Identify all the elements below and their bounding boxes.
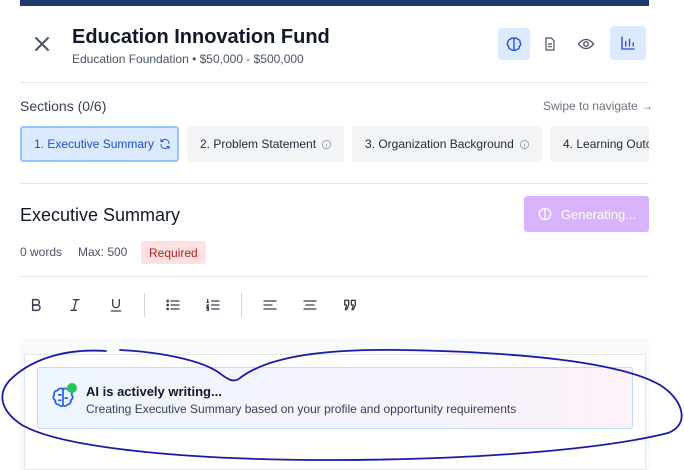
- eye-icon: [577, 38, 595, 50]
- page-title: Education Innovation Fund: [72, 26, 330, 48]
- header-divider: [20, 82, 649, 83]
- generate-button-label: Generating...: [560, 206, 637, 222]
- required-badge: Required: [141, 241, 206, 264]
- toolbar-separator: [144, 293, 145, 317]
- brain-icon: [538, 208, 552, 221]
- document-button[interactable]: [534, 28, 566, 60]
- preview-button[interactable]: [570, 28, 602, 60]
- brain-icon: [506, 37, 522, 51]
- bar-chart-icon: [621, 36, 635, 50]
- bullet-list-button[interactable]: [161, 293, 185, 317]
- tabs-divider: [20, 183, 649, 184]
- numbered-list-icon: [205, 299, 220, 311]
- bold-button[interactable]: [24, 293, 48, 317]
- refresh-icon: [160, 138, 170, 150]
- underline-button[interactable]: [104, 293, 128, 317]
- tab-learning-outcomes[interactable]: 4. Learning Outcomes: [550, 126, 649, 162]
- ai-assistant-button[interactable]: [498, 28, 530, 60]
- ai-status-description: Creating Executive Summary based on your…: [86, 402, 517, 416]
- underline-icon: [110, 299, 122, 312]
- section-title: Executive Summary: [20, 205, 181, 225]
- close-button[interactable]: [30, 32, 54, 56]
- info-icon: [519, 139, 529, 149]
- italic-button[interactable]: [63, 293, 87, 317]
- align-left-button[interactable]: [258, 293, 282, 317]
- quote-icon: [344, 299, 356, 311]
- page-subtitle: Education Foundation • $50,000 - $500,00…: [72, 52, 304, 66]
- tab-label: 3. Organization Background: [365, 137, 514, 151]
- toolbar-separator: [241, 293, 242, 317]
- word-count: 0 words: [20, 245, 63, 259]
- max-words: Max: 500: [78, 245, 128, 259]
- quote-button[interactable]: [338, 293, 362, 317]
- sections-progress-label: Sections (0/6): [20, 98, 107, 114]
- numbered-list-button[interactable]: [201, 293, 225, 317]
- section-tabs: 1. Executive Summary 2. Problem Statemen…: [20, 126, 649, 164]
- active-status-dot: [67, 383, 77, 393]
- tab-executive-summary[interactable]: 1. Executive Summary: [20, 126, 179, 162]
- bullet-list-icon: [166, 299, 180, 311]
- tab-problem-statement[interactable]: 2. Problem Statement: [187, 126, 344, 162]
- swipe-hint: Swipe to navigate →: [543, 99, 654, 113]
- close-icon: [35, 37, 49, 51]
- align-center-button[interactable]: [298, 293, 322, 317]
- generate-button[interactable]: Generating...: [524, 196, 649, 232]
- top-accent-bar: [20, 0, 649, 6]
- align-center-icon: [303, 300, 317, 310]
- analytics-button[interactable]: [610, 26, 646, 60]
- italic-icon: [70, 299, 80, 311]
- tab-label: 1. Executive Summary: [34, 137, 155, 151]
- meta-divider: [20, 276, 649, 277]
- info-icon: [321, 139, 332, 149]
- bold-icon: [31, 298, 41, 312]
- align-left-icon: [263, 300, 277, 310]
- document-icon: [545, 37, 555, 51]
- tab-label: 4. Learning Outcomes: [563, 137, 649, 151]
- tab-label: 2. Problem Statement: [200, 137, 317, 151]
- ai-status-title: AI is actively writing...: [86, 384, 222, 399]
- tab-organization-background[interactable]: 3. Organization Background: [352, 126, 542, 162]
